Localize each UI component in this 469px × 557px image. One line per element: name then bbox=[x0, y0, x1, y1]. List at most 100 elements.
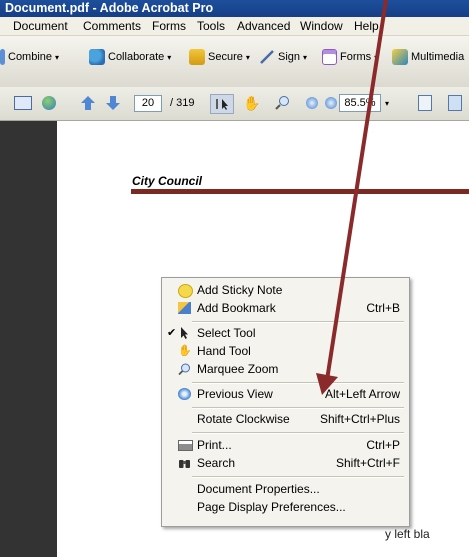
zoom-in-icon bbox=[325, 97, 337, 109]
menu-item-label: Print... bbox=[197, 438, 232, 452]
screen-icon bbox=[14, 96, 32, 110]
menu-help[interactable]: Help bbox=[354, 19, 379, 33]
zoom-level-input[interactable]: 85.5% bbox=[339, 94, 381, 112]
combine-label: Combine bbox=[8, 51, 53, 63]
multimedia-label: Multimedia bbox=[411, 51, 465, 63]
menu-item-rotate-clockwise[interactable]: Rotate Clockwise Shift+Ctrl+Plus bbox=[162, 410, 409, 428]
chevron-down-icon: ▾ bbox=[55, 52, 60, 62]
pen-icon bbox=[259, 49, 275, 65]
binoculars-icon bbox=[179, 460, 190, 468]
menu-item-add-sticky-note[interactable]: Add Sticky Note bbox=[162, 281, 409, 299]
menu-document[interactable]: Document bbox=[13, 19, 68, 33]
sign-label: Sign bbox=[278, 51, 301, 63]
hand-tool-button[interactable]: ✋ bbox=[243, 94, 261, 112]
zoom-out-button[interactable] bbox=[303, 94, 321, 112]
menu-item-marquee-zoom[interactable]: Marquee Zoom bbox=[162, 360, 409, 378]
marquee-zoom-icon bbox=[275, 96, 289, 110]
title-bar: Document.pdf - Adobe Acrobat Pro bbox=[0, 0, 469, 17]
collaborate-icon bbox=[89, 49, 105, 65]
page-number-input[interactable]: 20 bbox=[134, 95, 162, 112]
printer-icon bbox=[178, 440, 193, 451]
collaborate-button[interactable]: Collaborate ▾ bbox=[89, 48, 171, 66]
sign-button[interactable]: Sign ▾ bbox=[259, 48, 307, 66]
navigation-toolbar: 20 / 319 ✋ 85.5% ▾ bbox=[0, 87, 469, 121]
secure-label: Secure bbox=[208, 51, 243, 63]
menu-item-add-bookmark[interactable]: Add Bookmark Ctrl+B bbox=[162, 299, 409, 317]
chevron-down-icon: ▾ bbox=[167, 52, 172, 62]
navigation-pane bbox=[0, 121, 57, 557]
zoom-in-button[interactable] bbox=[322, 94, 340, 112]
menu-item-label: Rotate Clockwise bbox=[197, 412, 290, 426]
fit-width-icon bbox=[418, 95, 432, 111]
chevron-down-icon: ▾ bbox=[374, 52, 379, 62]
menu-item-document-properties[interactable]: Document Properties... bbox=[162, 480, 409, 498]
menu-item-previous-view[interactable]: Previous View Alt+Left Arrow bbox=[162, 385, 409, 403]
menu-comments[interactable]: Comments bbox=[83, 19, 141, 33]
menu-item-label: Marquee Zoom bbox=[197, 362, 279, 376]
menu-separator bbox=[192, 382, 404, 384]
menu-item-select-tool[interactable]: ✔ Select Tool bbox=[162, 324, 409, 342]
context-menu: Add Sticky Note Add Bookmark Ctrl+B ✔ Se… bbox=[161, 277, 410, 527]
select-tool-button[interactable] bbox=[210, 94, 234, 114]
menu-item-label: Search bbox=[197, 456, 236, 470]
next-page-button[interactable] bbox=[104, 94, 122, 112]
previous-view-icon bbox=[178, 388, 191, 400]
menu-item-page-display-preferences[interactable]: Page Display Preferences... bbox=[162, 498, 409, 516]
collaborate-label: Collaborate bbox=[108, 51, 165, 63]
menu-tools[interactable]: Tools bbox=[197, 19, 225, 33]
fit-page-icon bbox=[448, 95, 462, 111]
menu-item-search[interactable]: Search Shift+Ctrl+F bbox=[162, 454, 409, 472]
hand-icon: ✋ bbox=[178, 345, 192, 357]
marquee-zoom-button[interactable] bbox=[274, 94, 292, 112]
heading-rule bbox=[131, 189, 469, 194]
zoom-dropdown[interactable]: ▾ bbox=[381, 94, 393, 112]
chevron-down-icon: ▾ bbox=[384, 98, 389, 108]
fit-width-button[interactable] bbox=[416, 94, 434, 112]
arrow-down-icon bbox=[106, 96, 120, 110]
menu-window[interactable]: Window bbox=[300, 19, 343, 33]
combine-button[interactable]: Combine ▾ bbox=[0, 48, 59, 66]
fit-page-button[interactable] bbox=[446, 94, 464, 112]
menu-item-hand-tool[interactable]: ✋ Hand Tool bbox=[162, 342, 409, 360]
secure-button[interactable]: Secure ▾ bbox=[189, 48, 250, 66]
menu-item-print[interactable]: Print... Ctrl+P bbox=[162, 436, 409, 454]
select-cursor-icon bbox=[216, 99, 228, 110]
document-body-text: y left bla bbox=[385, 527, 430, 541]
menu-item-label: Hand Tool bbox=[197, 344, 251, 358]
previous-page-button[interactable] bbox=[79, 94, 97, 112]
marquee-zoom-icon bbox=[178, 363, 190, 375]
sticky-note-icon bbox=[178, 284, 193, 298]
menu-separator bbox=[192, 407, 404, 409]
internet-button[interactable] bbox=[40, 94, 58, 112]
lock-icon bbox=[189, 49, 205, 65]
checkmark-icon: ✔ bbox=[167, 327, 177, 339]
hand-icon: ✋ bbox=[243, 94, 261, 111]
globe-icon bbox=[42, 96, 56, 110]
menu-advanced[interactable]: Advanced bbox=[237, 19, 290, 33]
menu-bar: Document Comments Forms Tools Advanced W… bbox=[0, 17, 469, 36]
select-cursor-icon bbox=[181, 327, 188, 339]
page-total: / 319 bbox=[170, 97, 195, 109]
forms-button[interactable]: Forms ▾ bbox=[322, 48, 378, 66]
chevron-down-icon: ▾ bbox=[245, 52, 250, 62]
menu-forms[interactable]: Forms bbox=[152, 19, 186, 33]
menu-separator bbox=[192, 432, 404, 434]
menu-item-shortcut: Ctrl+P bbox=[366, 438, 400, 452]
chevron-down-icon: ▾ bbox=[303, 52, 308, 62]
document-heading: City Council bbox=[132, 174, 203, 188]
menu-item-shortcut: Alt+Left Arrow bbox=[324, 387, 400, 401]
menu-item-shortcut: Ctrl+B bbox=[366, 301, 400, 315]
window-title: Document.pdf - Adobe Acrobat Pro bbox=[5, 1, 214, 15]
menu-item-label: Previous View bbox=[197, 387, 273, 401]
forms-label: Forms bbox=[340, 51, 372, 63]
multimedia-button[interactable]: Multimedia bbox=[392, 48, 464, 66]
menu-item-label: Add Bookmark bbox=[197, 301, 276, 315]
menu-item-shortcut: Shift+Ctrl+Plus bbox=[319, 412, 400, 426]
menu-item-label: Document Properties... bbox=[197, 482, 320, 496]
bookmark-icon bbox=[178, 302, 191, 314]
menu-item-label: Select Tool bbox=[197, 326, 256, 340]
menu-item-label: Page Display Preferences... bbox=[197, 500, 346, 514]
screen-mode-button[interactable] bbox=[12, 94, 34, 112]
combine-icon bbox=[0, 49, 5, 65]
zoom-out-icon bbox=[306, 97, 318, 109]
